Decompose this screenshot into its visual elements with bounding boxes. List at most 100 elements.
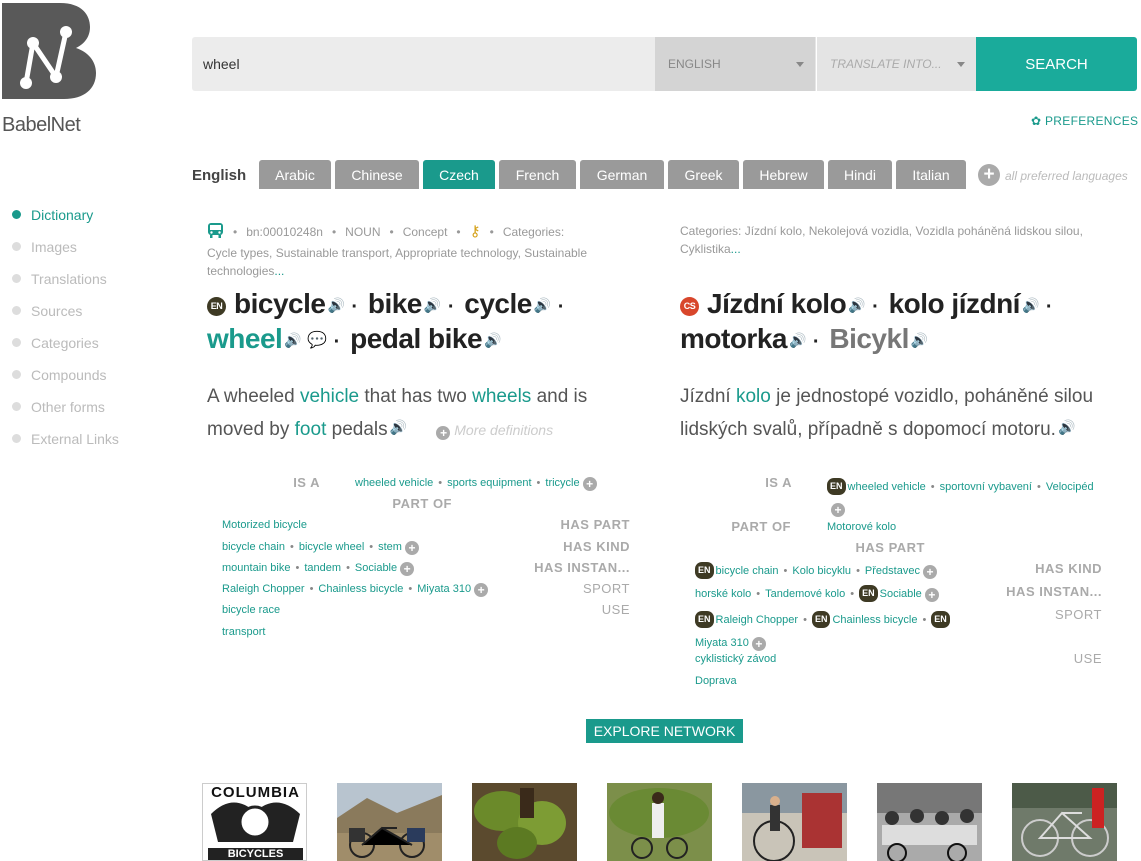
search-button[interactable]: SEARCH [976, 37, 1137, 91]
relation-link[interactable]: Motorized bicycle [222, 519, 307, 531]
relation-link[interactable]: Chainless bicycle [318, 583, 403, 595]
relation-link[interactable]: wheeled vehicle [848, 481, 926, 493]
relation-link[interactable]: Velocipéd [1046, 481, 1094, 493]
image-thumbnail[interactable] [607, 783, 712, 861]
en-badge: EN [859, 585, 878, 602]
speaker-icon[interactable]: 🔊 [789, 324, 806, 356]
relation-link[interactable]: sports equipment [447, 477, 531, 489]
add-language-icon[interactable]: + [978, 164, 1000, 186]
sidebar-item-external-links[interactable]: External Links [12, 431, 119, 447]
more-definitions-link[interactable]: + More definitions [436, 422, 553, 440]
speaker-icon[interactable]: 🔊 [1058, 412, 1075, 442]
relation-link[interactable]: tandem [304, 562, 341, 574]
expand-icon[interactable]: + [923, 565, 938, 579]
sidebar-item-dictionary[interactable]: Dictionary [12, 207, 93, 223]
sidebar-item-compounds[interactable]: Compounds [12, 367, 107, 383]
more-categories-link[interactable]: ... [274, 264, 284, 278]
image-thumbnail[interactable] [472, 783, 577, 861]
relation-values-has-instance: Raleigh Chopper • Chainless bicycle • Miyata… [222, 583, 489, 597]
relation-link[interactable]: Motorové kolo [827, 521, 896, 533]
sidebar-item-images[interactable]: Images [12, 239, 77, 255]
relation-link[interactable]: transport [222, 626, 265, 638]
relation-link[interactable]: Představec [865, 565, 920, 577]
bus-icon [207, 222, 224, 244]
relation-link[interactable]: bicycle chain [222, 541, 285, 553]
relation-link[interactable]: sportovní vybavení [940, 481, 1032, 493]
speaker-icon[interactable]: 🔊 [484, 324, 501, 356]
sidebar-item-sources[interactable]: Sources [12, 303, 82, 319]
sidebar-item-other-forms[interactable]: Other forms [12, 399, 105, 415]
relation-link[interactable]: stem [378, 541, 402, 553]
speaker-icon[interactable]: 🔊 [911, 324, 928, 356]
expand-icon[interactable]: + [751, 637, 766, 651]
relation-link[interactable]: Kolo bicyklu [792, 565, 851, 577]
speaker-icon[interactable]: 🔊 [284, 324, 301, 356]
image-thumbnail[interactable] [742, 783, 847, 861]
bullet-icon [12, 306, 21, 315]
current-language: English [192, 167, 247, 184]
expand-icon[interactable]: + [400, 562, 415, 576]
relation-link[interactable]: wheeled vehicle [355, 477, 433, 489]
relation-link[interactable]: Raleigh Chopper [222, 583, 305, 595]
speaker-icon[interactable]: 🔊 [848, 289, 865, 321]
tab-hebrew[interactable]: Hebrew [743, 160, 824, 189]
all-preferred-languages-link[interactable]: all preferred languages [1005, 169, 1128, 183]
search-input[interactable] [192, 37, 655, 91]
definition-link[interactable]: vehicle [300, 386, 359, 407]
relation-values-is-a: EN wheeled vehicle • sportovní vybavení • Vel… [827, 476, 1132, 520]
tab-chinese[interactable]: Chinese [335, 160, 419, 189]
babelnet-logo[interactable] [2, 3, 96, 99]
explore-network-button[interactable]: EXPLORE NETWORK [586, 719, 743, 743]
comment-icon[interactable]: 💬 [307, 325, 327, 357]
definition-link[interactable]: wheels [472, 386, 531, 407]
tab-french[interactable]: French [499, 160, 576, 189]
expand-icon[interactable]: + [474, 583, 489, 597]
lemma: bicycle [234, 288, 326, 319]
relation-link[interactable]: cyklistický závod [695, 653, 776, 665]
relation-link[interactable]: Chainless bicycle [832, 614, 917, 626]
relation-link[interactable]: Tandemové kolo [765, 588, 845, 600]
relation-link[interactable]: Doprava [695, 675, 737, 687]
tab-greek[interactable]: Greek [668, 160, 739, 189]
preferences-link[interactable]: ✿ PREFERENCES [1031, 114, 1138, 128]
tab-czech[interactable]: Czech [423, 160, 495, 189]
image-thumbnail[interactable] [1012, 783, 1117, 861]
sidebar-item-translations[interactable]: Translations [12, 271, 107, 287]
more-categories-link[interactable]: ... [731, 242, 741, 256]
relation-link[interactable]: mountain bike [222, 562, 291, 574]
definition-link[interactable]: kolo [736, 386, 771, 407]
speaker-icon[interactable]: 🔊 [424, 289, 441, 321]
chevron-down-icon [796, 62, 804, 67]
target-language-select[interactable]: TRANSLATE INTO... [817, 37, 976, 91]
relation-link[interactable]: Raleigh Chopper [716, 614, 799, 626]
speaker-icon[interactable]: 🔊 [390, 412, 407, 442]
relation-link[interactable]: bicycle chain [716, 565, 779, 577]
source-language-select[interactable]: ENGLISH [655, 37, 816, 91]
relation-link[interactable]: bicycle wheel [299, 541, 364, 553]
image-thumbnail[interactable] [337, 783, 442, 861]
relation-link[interactable]: Sociable [880, 588, 922, 600]
sidebar-item-categories[interactable]: Categories [12, 335, 99, 351]
speaker-icon[interactable]: 🔊 [1022, 289, 1039, 321]
image-thumbnail[interactable] [877, 783, 982, 861]
relation-link[interactable]: Miyata 310 [417, 583, 471, 595]
relation-link[interactable]: Sociable [355, 562, 397, 574]
tab-italian[interactable]: Italian [896, 160, 966, 189]
definition-link[interactable]: foot [295, 419, 327, 440]
expand-icon[interactable]: + [582, 477, 597, 491]
expand-icon[interactable]: + [405, 541, 420, 555]
expand-icon[interactable]: + [924, 588, 939, 602]
relation-link[interactable]: bicycle race [222, 604, 280, 616]
relation-link[interactable]: tricycle [545, 477, 579, 489]
image-thumbnail[interactable]: COLUMBIA BICYCLES [202, 783, 307, 861]
tab-german[interactable]: German [580, 160, 664, 189]
synset-id[interactable]: bn:00010248n [246, 225, 323, 239]
expand-icon[interactable]: + [831, 503, 845, 517]
speaker-icon[interactable]: 🔊 [534, 289, 551, 321]
tab-arabic[interactable]: Arabic [259, 160, 331, 189]
speaker-icon[interactable]: 🔊 [327, 289, 344, 321]
source-language-value: ENGLISH [668, 57, 721, 71]
tab-hindi[interactable]: Hindi [828, 160, 892, 189]
relation-link[interactable]: Miyata 310 [695, 637, 749, 649]
relation-link[interactable]: horské kolo [695, 588, 751, 600]
